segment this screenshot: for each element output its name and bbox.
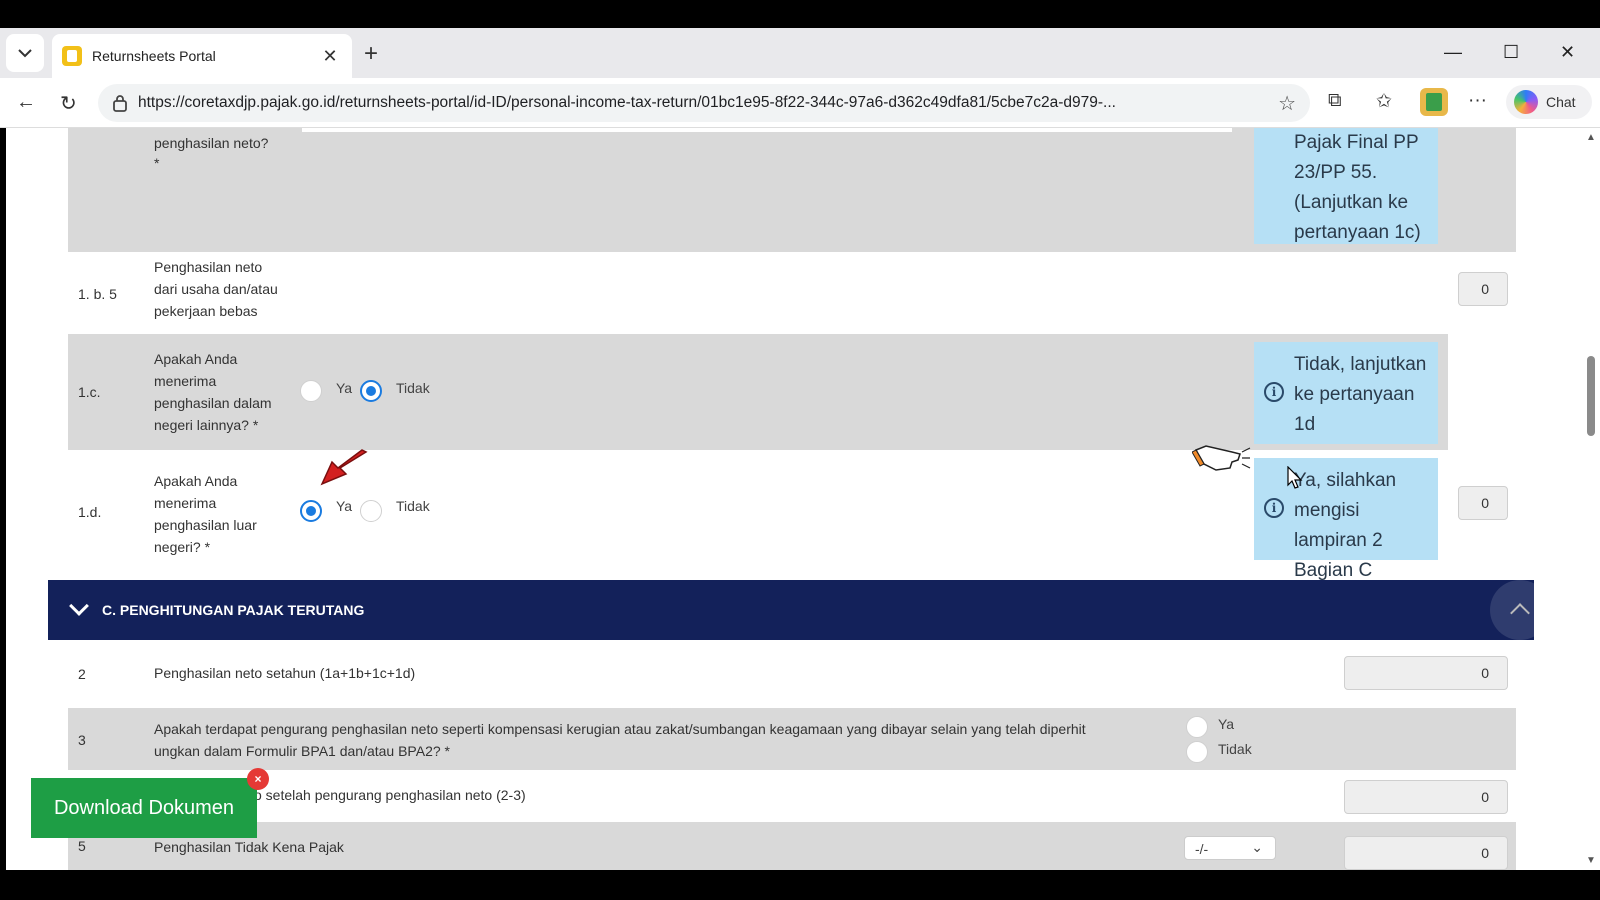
chevron-down-icon: ⌄	[1251, 839, 1263, 855]
row-number: 2	[78, 666, 86, 682]
site-info-icon[interactable]	[112, 94, 128, 112]
question-text: Penghasilan neto dari usaha dan/atau pek…	[154, 259, 278, 319]
row-label: Penghasilan Tidak Kena Pajak	[154, 839, 344, 855]
active-tab[interactable]: Returnsheets Portal ✕	[52, 34, 352, 78]
row-3: 3 Apakah terdapat pengurang penghasilan …	[68, 708, 1516, 770]
income-business-field[interactable]: 0	[1458, 272, 1508, 306]
page-content: penghasilan neto? * Pajak Final PP 23/PP…	[6, 128, 1582, 870]
download-close-icon[interactable]: ×	[247, 768, 269, 790]
radio-label-no: Tidak	[1218, 741, 1252, 757]
pointing-hand-icon	[1192, 445, 1251, 471]
radio-no-1c[interactable]	[360, 380, 382, 402]
row-number: 1.d.	[78, 504, 102, 520]
scroll-thumb[interactable]	[1587, 356, 1595, 436]
tab-title: Returnsheets Portal	[92, 48, 216, 64]
scroll-down-icon[interactable]: ▼	[1586, 855, 1596, 866]
reload-icon[interactable]: ↻	[60, 91, 77, 116]
row-label-line2: ungkan dalam Formulir BPA1 dan/atau BPA2…	[154, 743, 450, 759]
info-text: Pajak Final PP 23/PP 55. (Lanjutkan ke p…	[1294, 132, 1421, 243]
copilot-chat-button[interactable]: Chat	[1506, 85, 1592, 119]
minimize-icon[interactable]: —	[1444, 42, 1462, 63]
tab-strip: Returnsheets Portal ✕ + — ☐ ✕	[0, 28, 1600, 78]
site-favicon-icon	[62, 46, 82, 66]
page-scrollbar[interactable]: ▲ ▼	[1582, 128, 1600, 870]
more-menu-icon[interactable]: ···	[1468, 90, 1487, 112]
info-icon: i	[1264, 498, 1284, 518]
row-number: 3	[78, 732, 86, 748]
ptkp-field[interactable]: 0	[1344, 836, 1508, 870]
favorite-star-icon[interactable]: ☆	[1278, 91, 1296, 116]
maximize-icon[interactable]: ☐	[1503, 42, 1519, 63]
radio-no-1d[interactable]	[360, 500, 382, 522]
copilot-icon	[1514, 90, 1538, 114]
tab-close-icon[interactable]: ✕	[320, 46, 340, 67]
info-box-1d: i Ya, silahkan mengisi lampiran 2 Bagian…	[1254, 458, 1438, 581]
row-4: o setelah pengurang penghasilan neto (2-…	[68, 770, 1516, 822]
radio-yes-3[interactable]	[1186, 716, 1208, 738]
select-value: -/-	[1195, 841, 1209, 857]
radio-label-no: Tidak	[396, 498, 430, 514]
row-1c: 1.c. Apakah Anda menerima penghasilan da…	[68, 334, 1448, 450]
window-close-icon[interactable]: ✕	[1560, 42, 1575, 63]
foreign-income-field[interactable]: 0	[1458, 486, 1508, 520]
info-box-1c: i Tidak, lanjutkan ke pertanyaan 1d	[1254, 342, 1438, 444]
row-number: 1.c.	[78, 384, 101, 400]
info-box-final-tax: Pajak Final PP 23/PP 55. (Lanjutkan ke p…	[1254, 128, 1438, 244]
question-text: Apakah Anda menerima penghasilan dalam n…	[154, 351, 272, 433]
address-bar-row: ← ↻ https://coretaxdjp.pajak.go.id/retur…	[0, 78, 1600, 128]
scroll-up-icon[interactable]: ▲	[1586, 132, 1596, 143]
radio-yes-1c[interactable]	[300, 380, 322, 402]
row-number: 5	[78, 838, 86, 854]
red-arrow-icon	[320, 449, 368, 486]
info-text: Tidak, lanjutkan ke pertanyaan 1d	[1294, 354, 1427, 435]
row-label: o setelah pengurang penghasilan neto (2-…	[254, 787, 526, 803]
chevron-down-icon	[18, 49, 32, 58]
row-2: 2 Penghasilan neto setahun (1a+1b+1c+1d)…	[68, 640, 1516, 708]
radio-label-yes: Ya	[336, 380, 353, 396]
info-text: Ya, silahkan mengisi lampiran 2 Bagian C	[1294, 470, 1397, 581]
radio-yes-1d[interactable]	[300, 500, 322, 522]
radio-label-no: Tidak	[396, 380, 430, 396]
row-number: 1. b. 5	[78, 286, 117, 302]
favorites-icon[interactable]: ✩	[1376, 90, 1392, 113]
section-title: C. PENGHITUNGAN PAJAK TERUTANG	[102, 602, 365, 618]
required-mark: *	[154, 155, 160, 171]
omnibox[interactable]: https://coretaxdjp.pajak.go.id/returnshe…	[98, 84, 1310, 122]
radio-no-3[interactable]	[1186, 741, 1208, 763]
row-label-line1: Apakah terdapat pengurang penghasilan ne…	[154, 721, 1086, 737]
chevron-down-icon	[69, 596, 89, 616]
screen-top-border	[0, 0, 1600, 28]
info-icon: i	[1264, 382, 1284, 402]
input-bottom-edge	[302, 128, 1232, 132]
question-text: penghasilan neto?	[154, 135, 269, 151]
row-1b5: 1. b. 5 Penghasilan neto dari usaha dan/…	[68, 252, 1516, 334]
url-text: https://coretaxdjp.pajak.go.id/returnshe…	[138, 94, 1116, 111]
net-after-deduction-field[interactable]: 0	[1344, 780, 1508, 814]
row-1b-prev: penghasilan neto? * Pajak Final PP 23/PP…	[68, 128, 1516, 252]
row-label: Penghasilan neto setahun (1a+1b+1c+1d)	[154, 665, 416, 681]
net-income-total-field[interactable]: 0	[1344, 656, 1508, 690]
extensions-icon[interactable]: ⧉	[1328, 90, 1342, 112]
question-text: Apakah Anda menerima penghasilan luar ne…	[154, 473, 257, 555]
mouse-cursor-icon	[1287, 466, 1303, 489]
chat-label: Chat	[1546, 94, 1576, 110]
ptkp-status-select[interactable]: -/- ⌄	[1184, 836, 1276, 860]
calculator-extension-icon[interactable]	[1420, 88, 1448, 116]
back-icon[interactable]: ←	[16, 91, 36, 114]
radio-label-yes: Ya	[1218, 716, 1235, 732]
row-5: 5 Penghasilan Tidak Kena Pajak -/- ⌄ 0	[68, 822, 1516, 870]
radio-label-yes: Ya	[336, 498, 353, 514]
tab-list-button[interactable]	[6, 34, 44, 72]
download-document-button[interactable]: Download Dokumen	[31, 778, 257, 838]
new-tab-icon[interactable]: +	[364, 42, 378, 66]
screen-bottom-border	[0, 870, 1600, 900]
scroll-to-top-button[interactable]	[1490, 580, 1550, 640]
section-c-header[interactable]: C. PENGHITUNGAN PAJAK TERUTANG	[48, 580, 1534, 640]
